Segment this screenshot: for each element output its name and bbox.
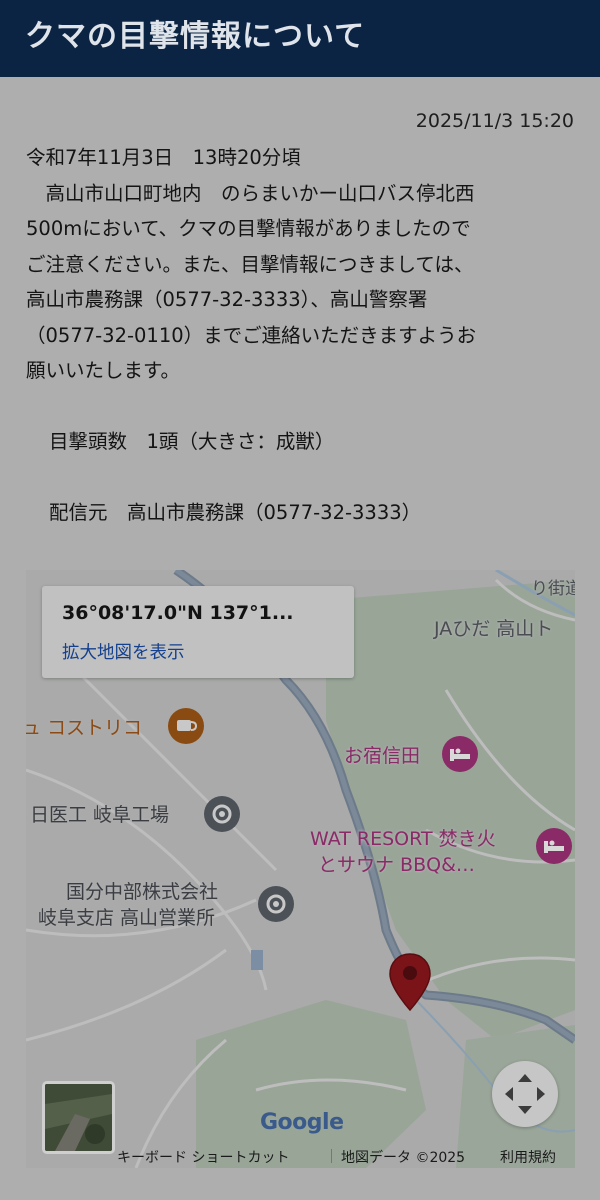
enlarge-map-link[interactable]: 拡大地図を表示 [62,639,185,664]
body-line: ご注意ください。また、目撃情報につきましては、 [26,252,474,276]
place-label-ja-hida[interactable]: JAひだ 高山ト [434,614,553,641]
location-infobox: 36°08'17.0"N 137°1... 拡大地図を表示 [42,586,354,678]
hotel-icon[interactable] [440,734,480,774]
place-label-wat-resort-1[interactable]: WAT RESORT 焚き火 [310,824,496,851]
place-label-kokubun-1[interactable]: 国分中部株式会社 [66,877,218,904]
lodging-icon[interactable] [534,826,574,866]
pan-arrows-icon [505,1074,545,1114]
coordinates-text: 36°08'17.0"N 137°1... [62,602,294,624]
factory-pin-icon[interactable] [202,794,242,834]
google-logo: Google [260,1110,344,1135]
body-line: 願いいたします。 [26,359,181,382]
place-label-costrico[interactable]: ュ コストリコ [26,713,142,740]
map-embed[interactable]: 36°08'17.0"N 137°1... 拡大地図を表示 JAひだ 高山ト り… [26,570,575,1168]
place-label-oyado[interactable]: お宿信田 [344,741,420,768]
place-label-wat-resort-2[interactable]: とサウナ BBQ&… [318,850,475,877]
page-header: クマの目撃情報について [0,0,600,77]
cafe-icon[interactable] [166,706,206,746]
place-label-nichiiko[interactable]: 日医工 岐阜工場 [30,800,169,827]
post-body: 令和7年11月3日 13時20分頃 高山市山口町地内 のらまいかー山口バス停北西… [26,140,576,531]
page-title: クマの目撃情報について [25,19,366,54]
body-line: 令和7年11月3日 13時20分頃 [26,146,301,169]
terms-link[interactable]: 利用規約 [500,1147,556,1167]
map-footer: キーボード ショートカット 地図データ ©2025 利用規約 [26,1141,575,1168]
body-line: 500mにおいて、クマの目撃情報がありましたので [26,217,471,240]
body-line: 高山市農務課（0577-32-3333）、高山警察署 [26,288,428,311]
map-data-text[interactable]: 地図データ ©2025 [341,1147,465,1167]
map-pan-control[interactable] [492,1061,558,1127]
keyboard-shortcuts-link[interactable]: キーボード ショートカット [117,1147,289,1167]
office-pin-icon[interactable] [256,884,296,924]
place-label-kokubun-2[interactable]: 岐阜支店 高山営業所 [38,903,215,930]
sighting-count: 目撃頭数 1頭（大きさ：成獣） [49,430,335,453]
source-line: 配信元 高山市農務課（0577-32-3333） [49,501,422,524]
location-marker-icon[interactable] [388,952,432,1014]
place-label-road: り街道 [531,579,575,599]
post-timestamp: 2025/11/3 15:20 [415,110,574,132]
body-line: （0577-32-0110）までご連絡いただきますようお [26,323,477,347]
body-line: 高山市山口町地内 のらまいかー山口バス停北西 [26,181,475,205]
